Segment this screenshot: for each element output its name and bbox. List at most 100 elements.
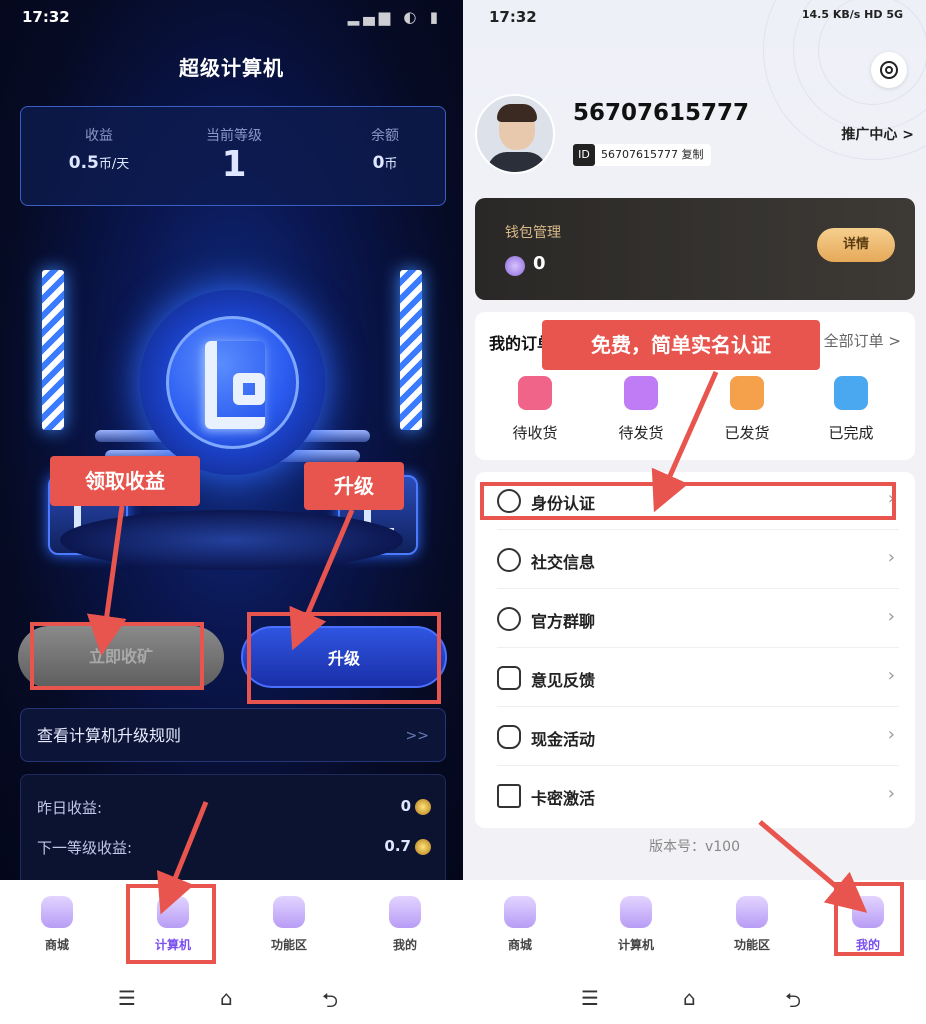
wallet-card: 钱包管理 0 详情 xyxy=(475,198,915,300)
nav-item-computer[interactable]: 计算机 xyxy=(601,896,671,953)
gear-icon xyxy=(880,61,898,79)
coin-icon xyxy=(415,839,431,855)
stat-income: 收益 0.5币/天 xyxy=(51,125,147,173)
status-icons: ▂▄▆ ◐ ▮ xyxy=(347,8,442,26)
upgrade-rules-link[interactable]: 查看计算机升级规则 >> xyxy=(20,708,446,762)
username: 56707615777 xyxy=(573,100,750,126)
home-icon[interactable]: ⌂ xyxy=(683,986,696,1010)
promotion-center-link[interactable]: 推广中心 > xyxy=(841,124,914,144)
menu-label: 官方群聊 xyxy=(531,612,596,631)
chevron-right-icon: › xyxy=(887,665,895,686)
upgrade-rules-label: 查看计算机升级规则 xyxy=(37,726,182,745)
nav-label: 功能区 xyxy=(733,938,770,952)
settings-menu: 身份认证 › 社交信息 › 官方群聊 › 意见反馈 › 现金活动 › 卡密激活 … xyxy=(475,472,915,828)
stat-income-label: 收益 xyxy=(85,128,113,144)
earnings-panel: 昨日收益: 0 下一等级收益: 0.7 xyxy=(20,774,446,894)
menu-item-group-chat[interactable]: 官方群聊 › xyxy=(475,590,915,648)
user-id-badge[interactable]: ID 56707615777 复制 xyxy=(573,144,712,166)
menu-label: 现金活动 xyxy=(531,730,596,749)
earnings-row-yesterday: 昨日收益: 0 xyxy=(37,797,431,821)
highlight-upgrade xyxy=(247,612,441,704)
nav-label: 计算机 xyxy=(617,938,654,952)
annotation-upgrade: 升级 xyxy=(304,462,404,510)
stat-level: 当前等级 1 xyxy=(186,125,282,185)
apps-icon xyxy=(273,896,305,928)
nav-label: 我的 xyxy=(392,938,417,952)
avatar[interactable] xyxy=(475,94,555,174)
shop-icon xyxy=(41,896,73,928)
truck-icon xyxy=(730,376,764,410)
stat-balance-label: 余额 xyxy=(371,128,399,144)
nav-item-shop[interactable]: 商城 xyxy=(485,896,555,953)
order-completed[interactable]: 已完成 xyxy=(811,376,891,443)
user-id-copy: 56707615777 复制 xyxy=(601,148,704,161)
platform xyxy=(60,510,403,570)
wallet-title: 钱包管理 xyxy=(505,225,561,241)
home-icon[interactable]: ⌂ xyxy=(220,986,233,1010)
menu-item-social[interactable]: 社交信息 › xyxy=(475,531,915,589)
card-icon xyxy=(497,784,521,808)
menu-item-cash-activity[interactable]: 现金活动 › xyxy=(475,708,915,766)
earnings-label: 昨日收益: xyxy=(37,799,103,817)
group-chat-icon xyxy=(497,607,521,631)
back-icon[interactable]: ⮌ xyxy=(785,986,801,1020)
bottom-nav: 商城 计算机 功能区 我的 xyxy=(0,880,463,964)
status-network: 14.5 KB/s HD 5G xyxy=(801,8,903,21)
nav-item-apps[interactable]: 功能区 xyxy=(717,896,787,953)
money-bag-icon xyxy=(497,725,521,749)
highlight-collect xyxy=(30,622,204,690)
check-box-icon xyxy=(834,376,868,410)
annotation-identity: 免费，简单实名认证 xyxy=(542,320,820,370)
menu-icon[interactable]: ☰ xyxy=(581,986,599,1010)
all-orders-link[interactable]: 全部订单 > xyxy=(824,330,901,351)
earnings-label: 下一等级收益: xyxy=(37,839,133,857)
computer-icon xyxy=(620,896,652,928)
annotation-collect: 领取收益 xyxy=(50,456,200,506)
highlight-identity xyxy=(480,482,896,520)
order-pending-receipt[interactable]: 待收货 xyxy=(495,376,575,443)
chevron-right-icon: › xyxy=(887,724,895,745)
menu-icon[interactable]: ☰ xyxy=(118,986,136,1010)
menu-label: 意见反馈 xyxy=(531,671,596,690)
double-chevron-icon: >> xyxy=(405,728,429,744)
status-bar: 17:32 ▂▄▆ ◐ ▮ xyxy=(22,8,442,28)
package-icon xyxy=(518,376,552,410)
nav-label: 功能区 xyxy=(270,938,307,952)
nav-label: 商城 xyxy=(507,938,532,952)
nav-item-profile[interactable]: 我的 xyxy=(370,896,440,953)
version-label: 版本号：v100 xyxy=(648,839,740,855)
highlight-nav-profile xyxy=(834,882,904,956)
box-icon xyxy=(624,376,658,410)
profile-icon xyxy=(389,896,421,928)
menu-item-feedback[interactable]: 意见反馈 › xyxy=(475,649,915,707)
stats-panel: 收益 0.5币/天 当前等级 1 余额 0币 xyxy=(20,106,446,206)
nav-item-apps[interactable]: 功能区 xyxy=(254,896,324,953)
light-bar-left xyxy=(42,270,64,430)
coin-icon xyxy=(505,256,525,276)
menu-item-card-activation[interactable]: 卡密激活 › xyxy=(475,767,915,825)
nav-item-shop[interactable]: 商城 xyxy=(22,896,92,953)
chevron-right-icon: › xyxy=(887,783,895,804)
status-time: 17:32 xyxy=(22,8,70,26)
stat-income-value: 0.5币/天 xyxy=(68,153,130,173)
id-tag: ID xyxy=(573,144,595,166)
highlight-nav-computer xyxy=(126,884,216,964)
order-label: 待发货 xyxy=(618,424,664,442)
earnings-row-next-level: 下一等级收益: 0.7 xyxy=(37,837,431,861)
order-label: 待收货 xyxy=(512,424,558,442)
order-pending-shipment[interactable]: 待发货 xyxy=(601,376,681,443)
mining-machine-illustration xyxy=(0,240,463,620)
back-icon[interactable]: ⮌ xyxy=(322,986,338,1020)
shop-icon xyxy=(504,896,536,928)
order-label: 已完成 xyxy=(828,424,874,442)
light-bar-right xyxy=(400,270,422,430)
feedback-icon xyxy=(497,666,521,690)
system-nav-bar: ☰ ⌂ ⮌ xyxy=(0,964,463,1024)
order-shipped[interactable]: 已发货 xyxy=(707,376,787,443)
menu-label: 社交信息 xyxy=(531,553,596,572)
status-bar: 17:32 14.5 KB/s HD 5G xyxy=(489,8,909,28)
settings-button[interactable] xyxy=(871,52,907,88)
chevron-right-icon: › xyxy=(887,547,895,568)
wallet-detail-button[interactable]: 详情 xyxy=(817,228,895,262)
order-label: 已发货 xyxy=(724,424,770,442)
